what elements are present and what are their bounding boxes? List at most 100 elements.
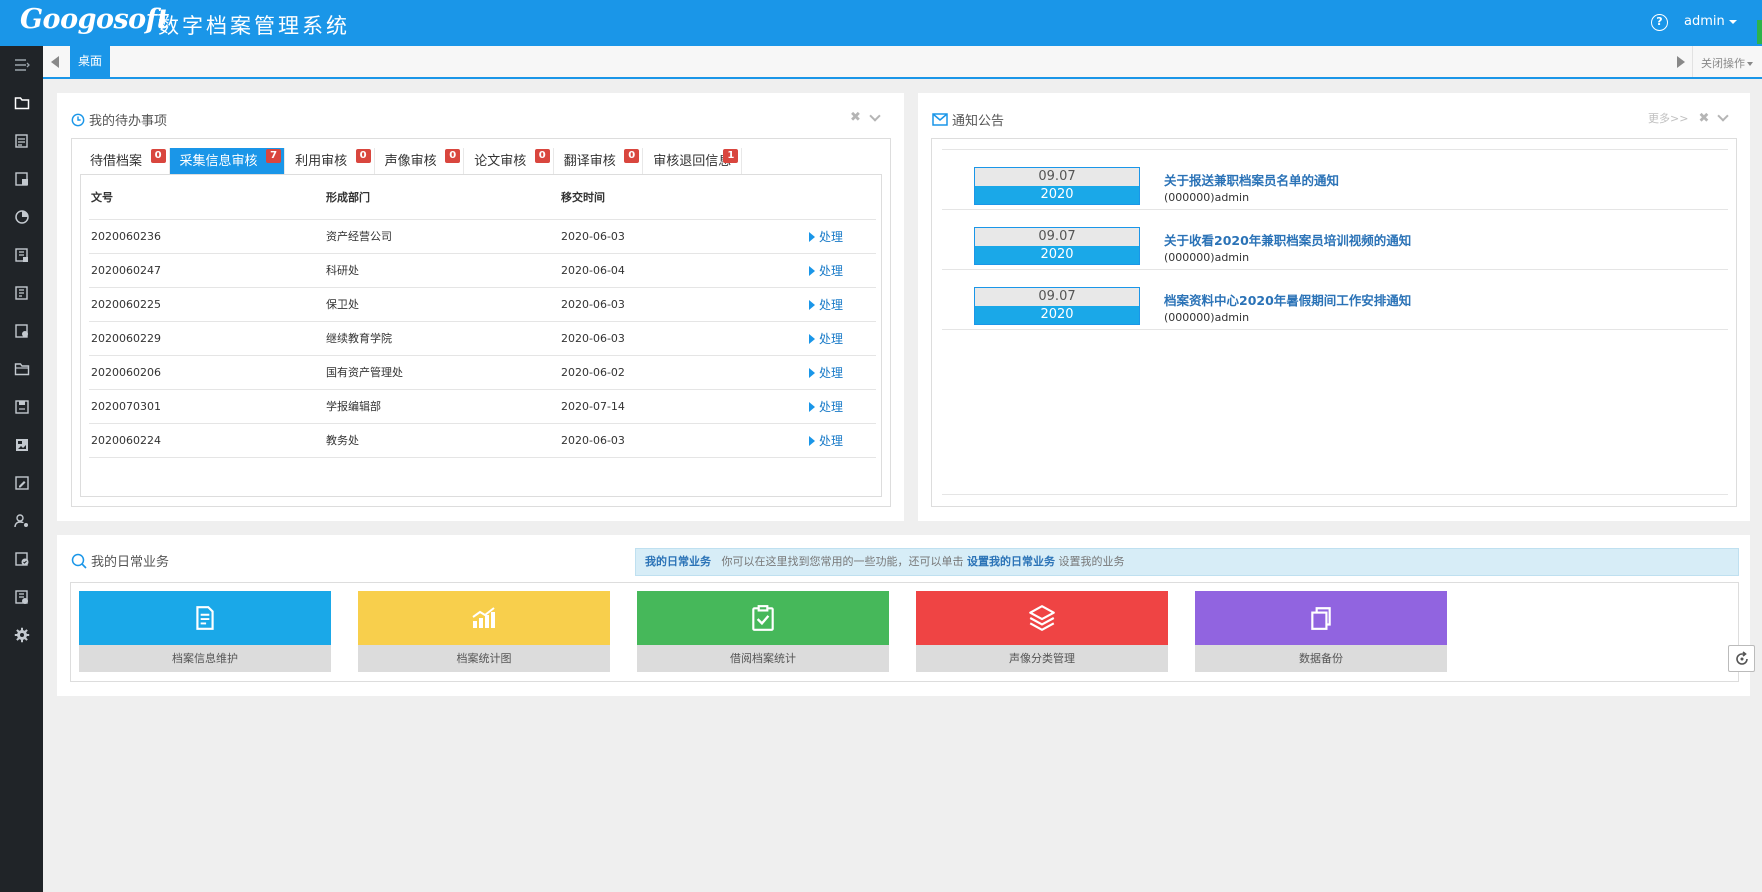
save-doc-icon[interactable]	[0, 390, 43, 424]
set-business-link[interactable]: 设置我的日常业务	[967, 555, 1055, 568]
col-doc-no: 文号	[89, 175, 324, 220]
edit-doc-icon[interactable]	[0, 466, 43, 500]
col-dept: 形成部门	[324, 175, 559, 220]
todo-panel-title: 我的待办事项	[71, 110, 167, 129]
close-icon[interactable]: ✖	[1698, 111, 1709, 126]
sidebar	[0, 46, 43, 892]
username: admin	[1684, 14, 1725, 29]
todo-box: 待借档案 0 采集信息审核 7 利用审核 0 声像审核 0 论文审核 0 翻译审…	[71, 138, 891, 507]
info-label: 我的日常业务	[645, 555, 711, 568]
table-row: 2020070301 学报编辑部 2020-07-14 处理	[89, 389, 876, 424]
menu-toggle-icon[interactable]	[0, 48, 43, 82]
todo-table: 文号 形成部门 移交时间 2020060236 资产经营公司 2020-06-03 处…	[89, 175, 876, 458]
collapse-icon[interactable]	[869, 109, 881, 122]
table-row: 2020060229 继续教育学院 2020-06-03 处理	[89, 321, 876, 356]
folder-icon[interactable]	[0, 86, 43, 120]
close-icon[interactable]: ✖	[850, 110, 861, 125]
file-doc-icon[interactable]	[0, 238, 43, 272]
pie-chart-icon[interactable]	[0, 200, 43, 234]
notice-item: 09.07 2020 档案资料中心2020年暑假期间工作安排通知 (000000)…	[942, 270, 1728, 330]
close-operations-menu[interactable]: 关闭操作	[1701, 55, 1753, 71]
todo-panel: 我的待办事项 ✖ 待借档案 0 采集信息审核 7 利用审核 0 声像审核 0 论…	[57, 93, 904, 521]
count-badge: 0	[624, 149, 640, 163]
table-row: 2020060224 教务处 2020-06-03 处理	[89, 423, 876, 458]
refresh-icon	[1735, 650, 1748, 665]
scroll-left-icon[interactable]	[43, 46, 67, 77]
daily-panel: 我的日常业务 我的日常业务 你可以在这里找到您常用的一些功能，还可以单击 设置我…	[57, 535, 1750, 696]
todo-title-text: 我的待办事项	[89, 114, 168, 129]
caret-down-icon	[1747, 62, 1753, 66]
scroll-right-icon[interactable]	[1669, 46, 1693, 77]
bar-chart-icon	[472, 607, 495, 628]
layers-icon	[1029, 605, 1055, 631]
notice-title-link[interactable]: 关于收看2020年兼职档案员培训视频的通知	[1164, 230, 1411, 249]
process-link[interactable]: 处理	[809, 400, 843, 414]
more-link[interactable]: 更多>>	[1648, 110, 1688, 126]
count-badge: 0	[150, 149, 166, 163]
process-link[interactable]: 处理	[809, 434, 843, 448]
notice-list: 09.07 2020 关于报送兼职档案员名单的通知 (000000)admin 0…	[942, 149, 1728, 330]
user-menu[interactable]: admin	[1684, 14, 1737, 29]
process-link[interactable]: 处理	[809, 332, 843, 346]
task-doc-icon[interactable]	[0, 580, 43, 614]
close-operations-label: 关闭操作	[1701, 57, 1745, 70]
col-action	[809, 175, 876, 220]
collapse-icon[interactable]	[1717, 110, 1730, 122]
daily-info-bar: 我的日常业务 你可以在这里找到您常用的一些功能，还可以单击 设置我的日常业务 设…	[635, 548, 1739, 576]
tab-returned-info[interactable]: 审核退回信息 1	[643, 148, 743, 174]
notice-title-link[interactable]: 关于报送兼职档案员名单的通知	[1164, 170, 1339, 189]
notice-box: 09.07 2020 关于报送兼职档案员名单的通知 (000000)admin 0…	[931, 138, 1737, 507]
image-icon[interactable]	[0, 428, 43, 462]
tile-borrow-stats[interactable]: 借阅档案统计	[637, 591, 889, 672]
refresh-button[interactable]	[1728, 645, 1755, 672]
todo-panel-tools: ✖	[850, 109, 881, 125]
clock-icon	[71, 113, 85, 126]
process-link[interactable]: 处理	[809, 366, 843, 380]
stamp-doc-icon[interactable]	[0, 314, 43, 348]
notice-panel: 通知公告 更多>> ✖ 09.07 2020 关于报送兼职档案员名单的通知 (00…	[918, 93, 1750, 521]
notice-item: 09.07 2020 关于报送兼职档案员名单的通知 (000000)admin	[942, 150, 1728, 210]
notice-author: (000000)admin	[1164, 191, 1250, 204]
copy-icon	[1311, 607, 1331, 630]
archive-doc-icon[interactable]	[0, 162, 43, 196]
tab-desktop[interactable]: 桌面	[70, 46, 110, 77]
check-doc-icon[interactable]	[0, 542, 43, 576]
edge-mark	[1757, 20, 1762, 44]
divider	[942, 494, 1728, 495]
tab-av-review[interactable]: 声像审核 0	[375, 148, 465, 174]
count-badge: 0	[445, 149, 461, 163]
process-link[interactable]: 处理	[809, 298, 843, 312]
date-box: 09.07 2020	[974, 287, 1140, 325]
help-icon[interactable]: ?	[1651, 14, 1668, 31]
user-key-icon[interactable]	[0, 504, 43, 538]
table-row: 2020060236 资产经营公司 2020-06-03 处理	[89, 219, 876, 254]
calendar-doc-icon[interactable]	[0, 124, 43, 158]
file-list-icon[interactable]	[0, 276, 43, 310]
table-row: 2020060247 科研处 2020-06-04 处理	[89, 253, 876, 288]
tab-translation-review[interactable]: 翻译审核 0	[554, 148, 644, 174]
process-link[interactable]: 处理	[809, 264, 843, 278]
notice-title-link[interactable]: 档案资料中心2020年暑假期间工作安排通知	[1164, 290, 1411, 309]
table-header-row: 文号 形成部门 移交时间	[89, 175, 876, 220]
tab-collection-review[interactable]: 采集信息审核 7	[169, 148, 286, 174]
tab-thesis-review[interactable]: 论文审核 0	[464, 148, 554, 174]
tile-archive-maintenance[interactable]: 档案信息维护	[79, 591, 331, 672]
process-link[interactable]: 处理	[809, 230, 843, 244]
mail-icon	[932, 113, 948, 126]
tab-borrow[interactable]: 待借档案 0	[80, 148, 170, 174]
tab-bar: 桌面 关闭操作	[43, 46, 1762, 79]
system-name: 数字档案管理系统	[158, 14, 350, 38]
tab-usage-review[interactable]: 利用审核 0	[285, 148, 375, 174]
tile-data-backup[interactable]: 数据备份	[1195, 591, 1447, 672]
tile-archive-chart[interactable]: 档案统计图	[358, 591, 610, 672]
tile-av-category[interactable]: 声像分类管理	[916, 591, 1168, 672]
daily-panel-title: 我的日常业务	[71, 551, 169, 570]
info-text: 你可以在这里找到您常用的一些功能，还可以单击	[721, 555, 964, 568]
brand-logo: Googosoft	[20, 4, 169, 35]
gear-icon[interactable]	[0, 618, 43, 652]
notice-panel-tools: 更多>> ✖	[1648, 110, 1730, 126]
notice-author: (000000)admin	[1164, 311, 1250, 324]
info-text-suffix: 设置我的业务	[1058, 555, 1125, 568]
folder-open-icon[interactable]	[0, 352, 43, 386]
count-badge: 0	[355, 149, 371, 163]
